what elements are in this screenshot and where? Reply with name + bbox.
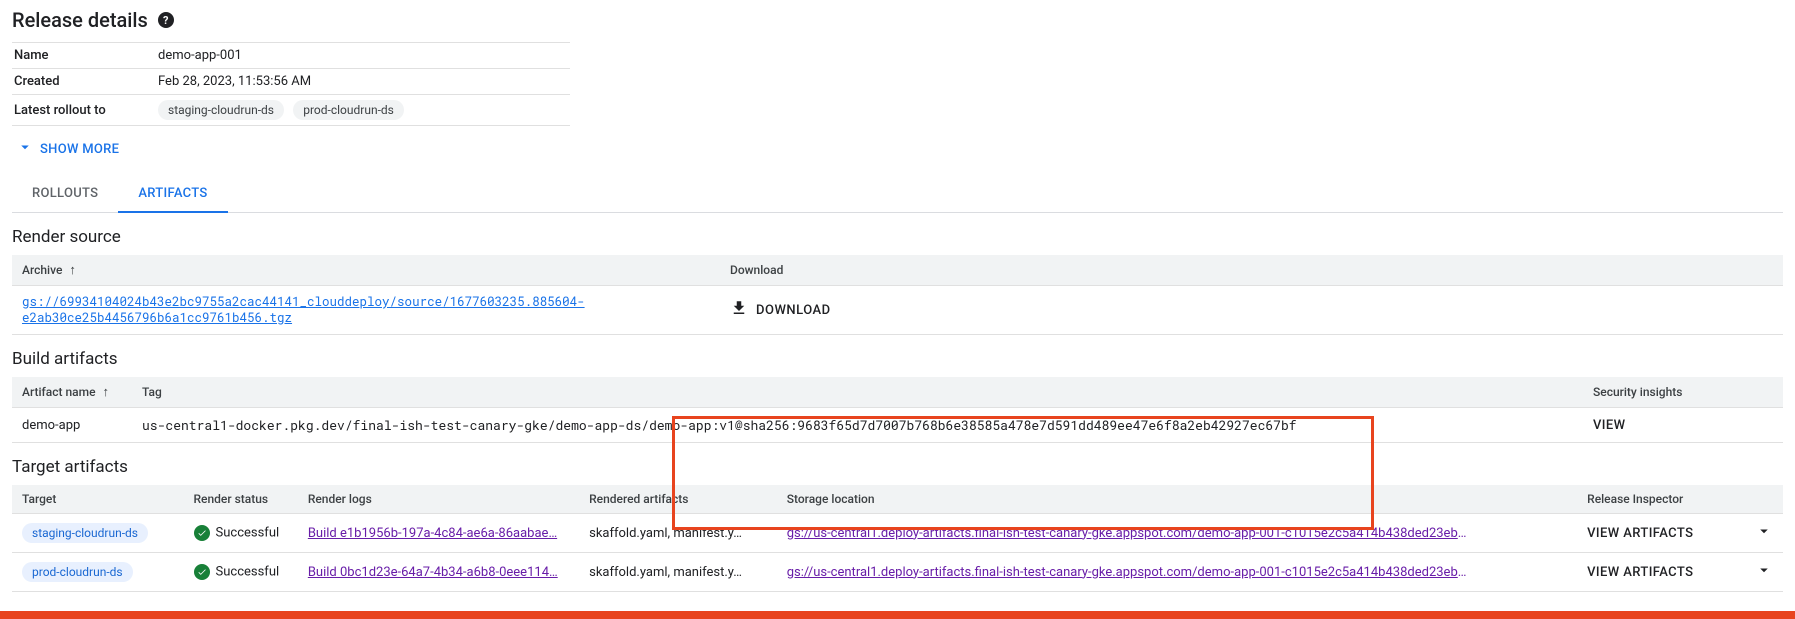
success-icon bbox=[194, 525, 210, 541]
col-rendered-artifacts[interactable]: Rendered artifacts bbox=[579, 485, 777, 514]
col-archive-label: Archive bbox=[22, 263, 62, 277]
table-row: prod-cloudrun-ds Successful Build 0bc1d2… bbox=[12, 553, 1783, 592]
col-insights: Security insights bbox=[1583, 377, 1783, 408]
render-log-link[interactable]: Build 0bc1d23e-64a7-4b34-a6b8-0eee114… bbox=[308, 565, 558, 580]
view-artifacts-button[interactable]: VIEW ARTIFACTS bbox=[1587, 522, 1773, 544]
chevron-down-icon bbox=[1755, 561, 1773, 583]
success-icon bbox=[194, 564, 210, 580]
footer-accent-bar bbox=[0, 611, 1795, 619]
target-chip[interactable]: prod-cloudrun-ds bbox=[293, 100, 404, 120]
view-artifacts-label: VIEW ARTIFACTS bbox=[1587, 565, 1693, 580]
col-artifact-name[interactable]: Artifact name ↑ bbox=[12, 377, 132, 408]
rendered-artifacts: skaffold.yaml, manifest.y… bbox=[579, 514, 777, 553]
detail-row-created: Created Feb 28, 2023, 11:53:56 AM bbox=[12, 69, 570, 95]
archive-link[interactable]: gs://69934104024b43e2bc9755a2cac44141_cl… bbox=[22, 294, 585, 326]
col-download: Download bbox=[720, 255, 1783, 286]
view-artifacts-button[interactable]: VIEW ARTIFACTS bbox=[1587, 561, 1773, 583]
storage-link[interactable]: gs://us-central1.deploy-artifacts.final-… bbox=[787, 526, 1467, 541]
tab-rollouts[interactable]: ROLLOUTS bbox=[12, 176, 118, 212]
sort-ascending-icon: ↑ bbox=[103, 385, 110, 400]
build-artifacts-table: Artifact name ↑ Tag Security insights de… bbox=[12, 377, 1783, 443]
show-more-button[interactable]: SHOW MORE bbox=[12, 126, 1783, 172]
detail-label: Latest rollout to bbox=[12, 95, 156, 126]
target-artifacts-heading: Target artifacts bbox=[12, 457, 1783, 477]
render-log-link[interactable]: Build e1b1956b-197a-4c84-ae6a-86aabae… bbox=[308, 526, 557, 541]
col-render-logs[interactable]: Render logs bbox=[298, 485, 579, 514]
status-label: Successful bbox=[216, 525, 280, 540]
download-button[interactable]: DOWNLOAD bbox=[730, 299, 1773, 321]
target-chip[interactable]: staging-cloudrun-ds bbox=[22, 523, 148, 543]
status-label: Successful bbox=[216, 564, 280, 579]
table-row: gs://69934104024b43e2bc9755a2cac44141_cl… bbox=[12, 286, 1783, 335]
chevron-down-icon bbox=[1755, 522, 1773, 544]
chevron-down-icon bbox=[16, 138, 34, 160]
detail-value: Feb 28, 2023, 11:53:56 AM bbox=[156, 69, 570, 95]
storage-link[interactable]: gs://us-central1.deploy-artifacts.final-… bbox=[787, 565, 1467, 580]
view-artifacts-label: VIEW ARTIFACTS bbox=[1587, 526, 1693, 541]
render-source-heading: Render source bbox=[12, 227, 1783, 247]
tab-artifacts[interactable]: ARTIFACTS bbox=[118, 176, 227, 213]
artifact-name: demo-app bbox=[12, 408, 132, 443]
col-artifact-name-label: Artifact name bbox=[22, 385, 96, 399]
release-details-table: Name demo-app-001 Created Feb 28, 2023, … bbox=[12, 42, 570, 126]
detail-label: Name bbox=[12, 43, 156, 69]
build-artifacts-heading: Build artifacts bbox=[12, 349, 1783, 369]
sort-ascending-icon: ↑ bbox=[69, 263, 76, 278]
col-tag[interactable]: Tag bbox=[132, 377, 1583, 408]
download-icon bbox=[730, 299, 748, 321]
render-status-cell: Successful bbox=[184, 553, 298, 592]
detail-label: Created bbox=[12, 69, 156, 95]
view-insights-link[interactable]: VIEW bbox=[1593, 418, 1625, 433]
download-label: DOWNLOAD bbox=[756, 303, 831, 318]
detail-row-name: Name demo-app-001 bbox=[12, 43, 570, 69]
render-source-table: Archive ↑ Download gs://69934104024b43e2… bbox=[12, 255, 1783, 335]
detail-row-latest-rollout: Latest rollout to staging-cloudrun-ds pr… bbox=[12, 95, 570, 126]
rendered-artifacts: skaffold.yaml, manifest.y… bbox=[579, 553, 777, 592]
detail-value: demo-app-001 bbox=[156, 43, 570, 69]
col-inspector: Release Inspector bbox=[1577, 485, 1783, 514]
col-target[interactable]: Target bbox=[12, 485, 184, 514]
render-status-cell: Successful bbox=[184, 514, 298, 553]
table-row: demo-app us-central1-docker.pkg.dev/fina… bbox=[12, 408, 1783, 443]
table-row: staging-cloudrun-ds Successful Build e1b… bbox=[12, 514, 1783, 553]
tabs: ROLLOUTS ARTIFACTS bbox=[12, 176, 1783, 213]
page-title: Release details bbox=[12, 8, 148, 32]
target-chip[interactable]: staging-cloudrun-ds bbox=[158, 100, 284, 120]
col-archive[interactable]: Archive ↑ bbox=[12, 255, 720, 286]
show-more-label: SHOW MORE bbox=[40, 142, 119, 157]
help-icon[interactable]: ? bbox=[158, 12, 174, 28]
artifact-tag: us-central1-docker.pkg.dev/final-ish-tes… bbox=[132, 408, 1583, 443]
target-artifacts-table: Target Render status Render logs Rendere… bbox=[12, 485, 1783, 592]
col-render-status[interactable]: Render status bbox=[184, 485, 298, 514]
col-storage[interactable]: Storage location bbox=[777, 485, 1577, 514]
target-chip[interactable]: prod-cloudrun-ds bbox=[22, 562, 133, 582]
